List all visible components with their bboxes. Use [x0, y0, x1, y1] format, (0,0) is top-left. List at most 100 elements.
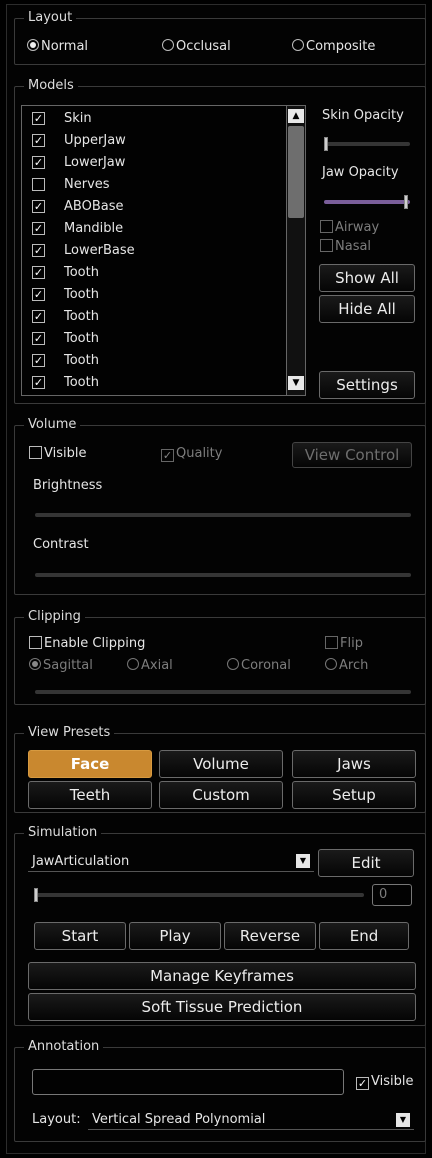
model-list-item[interactable]: ✓ Tooth — [22, 262, 282, 284]
simulation-select-value: JawArticulation — [32, 854, 130, 869]
model-list-item-label: Tooth — [64, 331, 99, 346]
radio-icon — [325, 658, 337, 670]
end-button[interactable]: End — [319, 922, 409, 950]
layout-composite-radio[interactable]: Composite — [292, 39, 375, 54]
skin-opacity-slider[interactable] — [324, 137, 410, 151]
volume-visible-checkbox[interactable]: Visible — [29, 446, 86, 461]
hide-all-button[interactable]: Hide All — [319, 295, 415, 323]
model-list-item[interactable]: ✓ Tooth — [22, 328, 282, 350]
flip-checkbox[interactable]: Flip — [325, 636, 363, 651]
model-list-item[interactable]: ✓ LowerJaw — [22, 152, 282, 174]
checkmark-icon[interactable]: ✓ — [32, 112, 45, 125]
clipping-slider[interactable] — [35, 690, 411, 694]
preset-teeth-button[interactable]: Teeth — [28, 781, 152, 809]
simulation-edit-button[interactable]: Edit — [318, 849, 414, 877]
arch-radio[interactable]: Arch — [325, 658, 368, 673]
checkbox-icon — [320, 239, 333, 252]
checkmark-icon[interactable]: ✓ — [32, 310, 45, 323]
checkmark-icon[interactable]: ✓ — [32, 200, 45, 213]
jaw-opacity-thumb[interactable] — [404, 195, 408, 209]
chevron-down-icon[interactable]: ▼ — [396, 1113, 410, 1127]
checkmark-icon: ✓ — [356, 1077, 369, 1090]
manage-keyframes-button[interactable]: Manage Keyframes — [28, 962, 416, 990]
frame-slider-thumb[interactable] — [34, 888, 38, 902]
model-list-item[interactable]: ✓ LowerBase — [22, 240, 282, 262]
axial-label: Axial — [141, 658, 173, 673]
nasal-checkbox[interactable]: Nasal — [320, 239, 371, 254]
model-list-item[interactable]: ✓ Tooth — [22, 306, 282, 328]
preset-volume-button[interactable]: Volume — [159, 750, 283, 778]
settings-button[interactable]: Settings — [319, 371, 415, 399]
flip-label: Flip — [340, 636, 363, 651]
model-list-item[interactable]: ✓ Tooth — [22, 284, 282, 306]
checkmark-icon[interactable]: ✓ — [32, 354, 45, 367]
model-list-item[interactable]: ✓ UpperJaw — [22, 130, 282, 152]
preset-face-button[interactable]: Face — [28, 750, 152, 778]
checkmark-icon[interactable]: ✓ — [32, 222, 45, 235]
reverse-button[interactable]: Reverse — [224, 922, 316, 950]
coronal-radio[interactable]: Coronal — [227, 658, 291, 673]
show-all-button[interactable]: Show All — [319, 264, 415, 292]
annotation-group-title: Annotation — [24, 1038, 104, 1056]
chevron-down-icon[interactable]: ▼ — [296, 854, 310, 868]
scroll-up-icon[interactable]: ▲ — [288, 109, 304, 123]
checkmark-icon[interactable]: ✓ — [32, 134, 45, 147]
scrollbar-thumb[interactable] — [288, 126, 304, 218]
contrast-slider[interactable] — [35, 573, 411, 577]
checkmark-icon[interactable]: ✓ — [32, 156, 45, 169]
checkmark-icon[interactable]: ✓ — [32, 266, 45, 279]
model-list-item-label: Nerves — [64, 177, 110, 192]
enable-clipping-label: Enable Clipping — [44, 636, 146, 651]
layout-normal-label: Normal — [41, 39, 89, 54]
model-list-item[interactable]: ✓ ABOBase — [22, 196, 282, 218]
model-list-item[interactable]: ✓ Skin — [22, 108, 282, 130]
annotation-visible-checkbox[interactable]: ✓ Visible — [356, 1074, 413, 1090]
model-list-item-label: ABOBase — [64, 199, 124, 214]
checkbox-icon — [29, 446, 42, 459]
contrast-label: Contrast — [33, 537, 89, 552]
layout-normal-radio[interactable]: Normal — [27, 39, 88, 54]
scroll-down-icon[interactable]: ▼ — [288, 376, 304, 390]
simulation-select[interactable]: JawArticulation ▼ — [28, 852, 314, 872]
model-list-item[interactable]: ✓ Tooth — [22, 350, 282, 372]
annotation-text-input[interactable] — [32, 1069, 344, 1095]
volume-quality-checkbox[interactable]: ✓ Quality — [161, 446, 222, 462]
models-group-title: Models — [24, 77, 78, 95]
axial-radio[interactable]: Axial — [127, 658, 173, 673]
annotation-layout-select[interactable]: Vertical Spread Polynomial ▼ — [88, 1110, 414, 1130]
view-control-button[interactable]: View Control — [292, 442, 412, 468]
airway-checkbox[interactable]: Airway — [320, 220, 379, 235]
checkbox-icon — [325, 636, 338, 649]
skin-opacity-thumb[interactable] — [324, 137, 328, 151]
checkbox-icon[interactable] — [32, 178, 45, 191]
model-list-item-label: LowerJaw — [64, 155, 126, 170]
start-button[interactable]: Start — [34, 922, 126, 950]
checkmark-icon[interactable]: ✓ — [32, 244, 45, 257]
sagittal-radio[interactable]: Sagittal — [29, 658, 93, 673]
checkmark-icon[interactable]: ✓ — [32, 376, 45, 389]
preset-custom-button[interactable]: Custom — [159, 781, 283, 809]
models-list[interactable]: ✓ Skin ✓ UpperJaw ✓ LowerJaw Nerves ✓ ABOBase ✓ Ma… — [21, 105, 287, 396]
layout-occlusal-radio[interactable]: Occlusal — [162, 39, 231, 54]
layout-occlusal-label: Occlusal — [176, 39, 231, 54]
model-list-item-label: Tooth — [64, 353, 99, 368]
preset-setup-button[interactable]: Setup — [292, 781, 416, 809]
play-button[interactable]: Play — [129, 922, 221, 950]
jaw-opacity-slider[interactable] — [324, 195, 410, 209]
skin-opacity-label: Skin Opacity — [322, 108, 404, 123]
frame-number-field[interactable]: 0 — [372, 884, 412, 906]
volume-group-title: Volume — [24, 416, 81, 434]
soft-tissue-prediction-button[interactable]: Soft Tissue Prediction — [28, 993, 416, 1021]
view-presets-group-title: View Presets — [24, 724, 115, 742]
preset-jaws-button[interactable]: Jaws — [292, 750, 416, 778]
models-list-scrollbar[interactable]: ▲ ▼ — [286, 105, 306, 396]
checkmark-icon[interactable]: ✓ — [32, 332, 45, 345]
model-list-item[interactable]: Nerves — [22, 174, 282, 196]
model-list-item[interactable]: ✓ Mandible — [22, 218, 282, 240]
layout-composite-label: Composite — [306, 39, 376, 54]
model-list-item[interactable]: ✓ Tooth — [22, 372, 282, 394]
simulation-frame-slider[interactable] — [34, 888, 364, 902]
checkmark-icon[interactable]: ✓ — [32, 288, 45, 301]
brightness-slider[interactable] — [35, 513, 411, 517]
enable-clipping-checkbox[interactable]: Enable Clipping — [29, 636, 145, 651]
